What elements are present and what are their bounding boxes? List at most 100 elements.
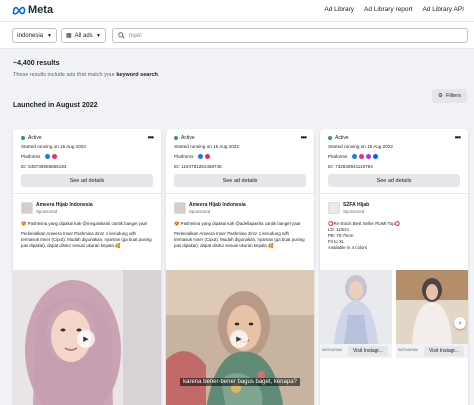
platform-icons [351,154,378,160]
results-note-keyword: keyword search [116,72,158,78]
caption-text: karena bener-bener bagus baget, kenapa? [180,378,300,386]
messenger-icon [365,154,371,160]
audience-network-icon [372,154,378,160]
country-value: Indonesia [17,32,44,39]
more-options-icon[interactable]: ••• [301,133,307,142]
start-date: Started running on 15 Aug 2022 [174,144,239,149]
search-icon [118,32,125,39]
ad-card: Active ••• Started running on 15 Aug 202… [166,129,314,405]
avatar[interactable] [174,202,186,214]
results-note-suffix: . [157,72,160,78]
cta-source: INSTAGRAM [322,348,342,352]
filters-icon: ⚙ [438,93,443,99]
results-count: ~4,400 results [13,60,60,67]
search-box[interactable] [112,28,468,43]
platforms-row: Platforms [174,154,210,160]
ad-id: ID: 548739556855193 [21,164,67,169]
status-text: Active [28,135,42,141]
play-icon[interactable]: ▶ [77,330,95,348]
ad-body: 😍 Pashmina yang dipakai kak @adellapasha… [174,221,308,253]
ad-id: ID: 732828941116784 [328,164,373,169]
ad-type-value: All ads [74,32,93,39]
model-image [320,270,392,344]
chevron-right-icon[interactable]: › [454,317,466,329]
ad-id: ID: 1194781281458745 [174,164,222,169]
divider [320,193,468,194]
search-input[interactable] [129,32,429,39]
carousel-image[interactable] [396,270,468,344]
see-ad-details-button[interactable]: See ad details [174,174,306,187]
active-dot-icon [21,136,25,140]
facebook-icon [197,154,203,160]
nav-ad-library-api[interactable]: Ad Library API [422,6,464,13]
brand-name: Meta [28,4,54,16]
country-dropdown[interactable]: Indonesia ▼ [12,28,57,43]
carousel-image[interactable] [320,270,392,344]
results-note: These results include ads that match you… [13,72,159,78]
meta-infinity-icon [12,6,26,15]
ad-text-line: Perkenalkan Ameera Inner Pashmina 2in1! … [174,231,305,248]
see-ad-details-button[interactable]: See ad details [328,174,460,187]
ad-type-dropdown[interactable]: ▦ All ads ▼ [61,28,106,43]
page-name[interactable]: SZFA Hijab [343,202,369,208]
ad-body: ⭕Re-Stock Best Seller RUMI Top⭕ LD: 110c… [328,221,462,251]
results-note-prefix: These results include ads that match you… [13,72,115,78]
model-image [396,270,468,344]
start-date: Started running on 15 Aug 2022 [21,144,86,149]
ad-text-line: Perkenalkan Ameera Inner Pashmina 2in1! … [21,231,152,248]
ad-type-icon: ▦ [66,33,72,39]
facebook-icon [44,154,50,160]
facebook-icon [351,154,357,160]
chevron-down-icon: ▼ [47,32,52,39]
platforms-row: Platforms [21,154,57,160]
ad-body: 😍 Pashmina yang dipakai kak @megaiskanti… [21,221,155,253]
top-bar: Meta Ad Library Ad Library report Ad Lib… [0,0,474,22]
avatar[interactable] [21,202,33,214]
active-dot-icon [174,136,178,140]
status-badge: Active [328,135,349,141]
section-title: Launched in August 2022 [13,102,98,109]
sponsored-label: Sponsored [189,209,211,214]
visit-instagram-button[interactable]: Visit Instagr... [424,346,464,356]
platforms-row: Platforms [328,154,378,160]
status-badge: Active [21,135,42,141]
divider [166,193,314,194]
platforms-label: Platforms [174,154,194,159]
platforms-label: Platforms [21,154,41,159]
active-dot-icon [328,136,332,140]
meta-logo[interactable]: Meta [12,4,53,16]
sponsored-label: Sponsored [343,209,365,214]
instagram-icon [51,154,57,160]
platform-icons [197,154,210,160]
page-name[interactable]: Ameera Hijab Indonesia [36,202,93,208]
status-text: Active [181,135,195,141]
play-icon[interactable]: ▶ [230,330,248,348]
visit-instagram-button[interactable]: Visit Instagr... [348,346,388,356]
cta-row: INSTAGRAM Visit Instagr... [320,344,392,358]
page-name[interactable]: Ameera Hijab Indonesia [189,202,246,208]
filters-label: Filters [445,93,461,99]
ad-text-line: 😍 Pashmina yang dipakai kak @adellapasha… [174,221,301,226]
more-options-icon[interactable]: ••• [148,133,154,142]
video-caption: karena bener-bener bagus baget, kenapa? [166,377,314,387]
cta-row: INSTAGRAM Visit Instagr... [396,344,468,358]
ad-card: Active ••• Started running on 15 Aug 202… [320,129,468,405]
more-options-icon[interactable]: ••• [455,133,461,142]
start-date: Started running on 15 Aug 2022 [328,144,393,149]
avatar[interactable] [328,202,340,214]
divider [13,193,161,194]
sponsored-label: Sponsored [36,209,58,214]
instagram-icon [358,154,364,160]
filters-button[interactable]: ⚙ Filters [432,89,467,103]
nav-ad-library-report[interactable]: Ad Library report [364,6,412,13]
cta-source: INSTAGRAM [398,348,418,352]
chevron-down-icon: ▼ [96,32,101,39]
ad-text-line: Available in 4 colors [328,245,367,250]
platform-icons [44,154,57,160]
top-nav: Ad Library Ad Library report Ad Library … [324,6,464,13]
nav-ad-library[interactable]: Ad Library [324,6,354,13]
see-ad-details-button[interactable]: See ad details [21,174,153,187]
instagram-icon [204,154,210,160]
platforms-label: Platforms [328,154,348,159]
status-text: Active [335,135,349,141]
